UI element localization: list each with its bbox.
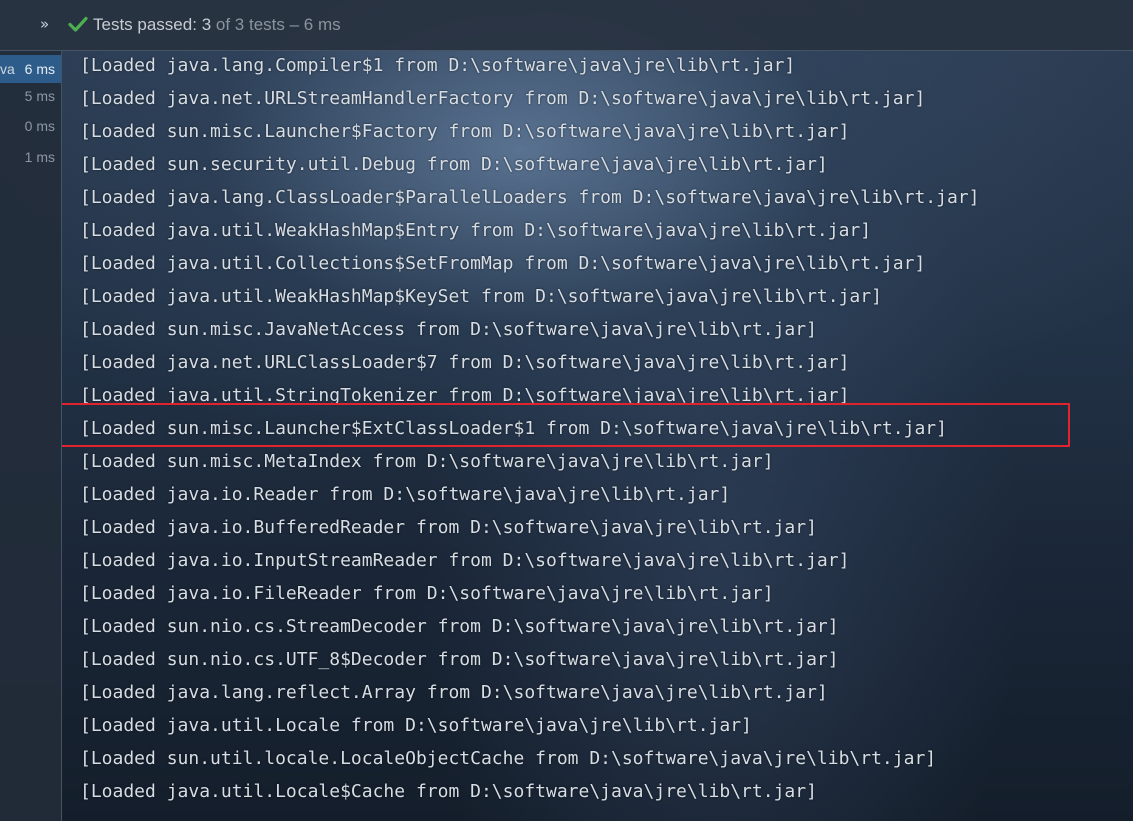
console-line: [Loaded sun.security.util.Debug from D:\… bbox=[80, 154, 828, 175]
test-tree-item[interactable]: 1 ms bbox=[0, 143, 61, 171]
test-tree-item[interactable]: 0 ms bbox=[0, 112, 61, 140]
console-line: [Loaded java.io.FileReader from D:\softw… bbox=[80, 583, 774, 604]
test-duration: 0 ms bbox=[24, 118, 55, 134]
console-line: [Loaded java.util.WeakHashMap$Entry from… bbox=[80, 220, 872, 241]
highlight-annotation-box bbox=[62, 403, 1070, 447]
console-line: [Loaded java.lang.ClassLoader$ParallelLo… bbox=[80, 187, 980, 208]
console-line: [Loaded java.util.WeakHashMap$KeySet fro… bbox=[80, 286, 882, 307]
console-line: [Loaded java.util.Collections$SetFromMap… bbox=[80, 253, 926, 274]
test-run-window: » Tests passed: 3 of 3 tests – 6 ms va 6… bbox=[0, 0, 1133, 821]
test-tree-item[interactable]: 5 ms bbox=[0, 82, 61, 110]
console-line: [Loaded java.lang.reflect.Array from D:\… bbox=[80, 682, 828, 703]
expand-chevron-icon[interactable]: » bbox=[40, 15, 49, 33]
console-line: [Loaded java.net.URLStreamHandlerFactory… bbox=[80, 88, 926, 109]
test-tree-item[interactable]: va 6 ms bbox=[0, 55, 61, 83]
console-line: [Loaded java.io.BufferedReader from D:\s… bbox=[80, 517, 817, 538]
console-line: [Loaded sun.util.locale.LocaleObjectCach… bbox=[80, 748, 937, 769]
console-line: [Loaded java.util.Locale from D:\softwar… bbox=[80, 715, 752, 736]
passed-count: 3 bbox=[201, 15, 212, 34]
test-duration: 5 ms bbox=[24, 88, 55, 104]
test-status-text: Tests passed: 3 of 3 tests – 6 ms bbox=[93, 15, 341, 35]
test-duration: 6 ms bbox=[24, 61, 55, 77]
console-line: [Loaded java.util.Locale$Cache from D:\s… bbox=[80, 781, 817, 802]
test-duration: 1 ms bbox=[24, 149, 55, 165]
console-line: [Loaded sun.misc.Launcher$Factory from D… bbox=[80, 121, 850, 142]
console-line: [Loaded java.io.InputStreamReader from D… bbox=[80, 550, 850, 571]
checkmark-icon bbox=[68, 16, 88, 32]
console-line: [Loaded sun.misc.JavaNetAccess from D:\s… bbox=[80, 319, 817, 340]
console-line: [Loaded java.lang.Compiler$1 from D:\sof… bbox=[80, 55, 796, 76]
test-tree-panel: va 6 ms 5 ms 0 ms 1 ms bbox=[0, 51, 62, 821]
clipped-test-name: va bbox=[0, 61, 15, 77]
status-summary: of 3 tests – 6 ms bbox=[215, 15, 341, 34]
console-output[interactable]: [Loaded java.lang.Compiler$1 from D:\sof… bbox=[62, 51, 1133, 821]
console-line: [Loaded java.io.Reader from D:\software\… bbox=[80, 484, 731, 505]
test-status-toolbar: » Tests passed: 3 of 3 tests – 6 ms bbox=[0, 0, 1133, 51]
console-line: [Loaded java.net.URLClassLoader$7 from D… bbox=[80, 352, 850, 373]
console-line: [Loaded sun.nio.cs.StreamDecoder from D:… bbox=[80, 616, 839, 637]
console-line: [Loaded sun.misc.MetaIndex from D:\softw… bbox=[80, 451, 774, 472]
console-line: [Loaded sun.nio.cs.UTF_8$Decoder from D:… bbox=[80, 649, 839, 670]
status-label: Tests passed: bbox=[93, 15, 197, 34]
